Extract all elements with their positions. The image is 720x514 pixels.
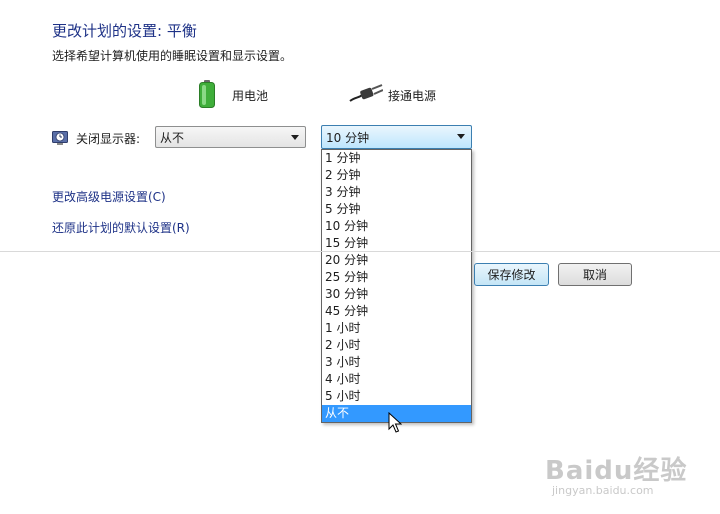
dropdown-option[interactable]: 4 小时 bbox=[322, 371, 471, 388]
watermark-logo: Baidu经验 bbox=[545, 456, 688, 486]
plugged-display-select[interactable]: 10 分钟 bbox=[321, 125, 472, 149]
dropdown-option[interactable]: 2 小时 bbox=[322, 337, 471, 354]
dropdown-option[interactable]: 1 小时 bbox=[322, 320, 471, 337]
plugged-display-value: 10 分钟 bbox=[326, 130, 370, 145]
turn-off-display-label: 关闭显示器: bbox=[76, 131, 141, 146]
display-timer-icon bbox=[52, 131, 68, 145]
dropdown-option[interactable]: 15 分钟 bbox=[322, 235, 471, 252]
cancel-button[interactable]: 取消 bbox=[558, 263, 632, 286]
dropdown-option[interactable]: 3 分钟 bbox=[322, 184, 471, 201]
chevron-down-icon bbox=[457, 134, 465, 139]
turn-off-display-row: 关闭显示器: bbox=[52, 127, 140, 149]
dropdown-option[interactable]: 3 小时 bbox=[322, 354, 471, 371]
dropdown-option[interactable]: 2 分钟 bbox=[322, 167, 471, 184]
battery-column-label: 用电池 bbox=[232, 89, 269, 103]
advanced-power-settings-link[interactable]: 更改高级电源设置(C) bbox=[52, 188, 166, 205]
chevron-down-icon bbox=[291, 135, 299, 140]
page-subtitle: 选择希望计算机使用的睡眠设置和显示设置。 bbox=[52, 49, 293, 63]
save-changes-button[interactable]: 保存修改 bbox=[474, 263, 549, 286]
dropdown-option[interactable]: 45 分钟 bbox=[322, 303, 471, 320]
battery-icon bbox=[199, 80, 215, 108]
dropdown-option[interactable]: 10 分钟 bbox=[322, 218, 471, 235]
page-title: 更改计划的设置: 平衡 bbox=[52, 22, 197, 40]
battery-display-value: 从不 bbox=[160, 130, 185, 145]
dropdown-option[interactable]: 5 小时 bbox=[322, 388, 471, 405]
watermark-url: jingyan.baidu.com bbox=[552, 484, 654, 497]
dropdown-option[interactable]: 20 分钟 bbox=[322, 252, 471, 269]
dropdown-option[interactable]: 1 分钟 bbox=[322, 150, 471, 167]
restore-defaults-link[interactable]: 还原此计划的默认设置(R) bbox=[52, 219, 190, 236]
dropdown-option[interactable]: 5 分钟 bbox=[322, 201, 471, 218]
dropdown-option[interactable]: 25 分钟 bbox=[322, 269, 471, 286]
plugged-column-label: 接通电源 bbox=[388, 89, 437, 103]
mouse-pointer-icon bbox=[388, 412, 402, 433]
plugged-display-dropdown-list: 1 分钟 2 分钟 3 分钟 5 分钟 10 分钟 15 分钟 20 分钟 25… bbox=[321, 149, 472, 423]
dropdown-option[interactable]: 30 分钟 bbox=[322, 286, 471, 303]
power-plug-icon bbox=[349, 84, 383, 102]
battery-display-select[interactable]: 从不 bbox=[155, 126, 306, 148]
divider bbox=[0, 251, 720, 252]
